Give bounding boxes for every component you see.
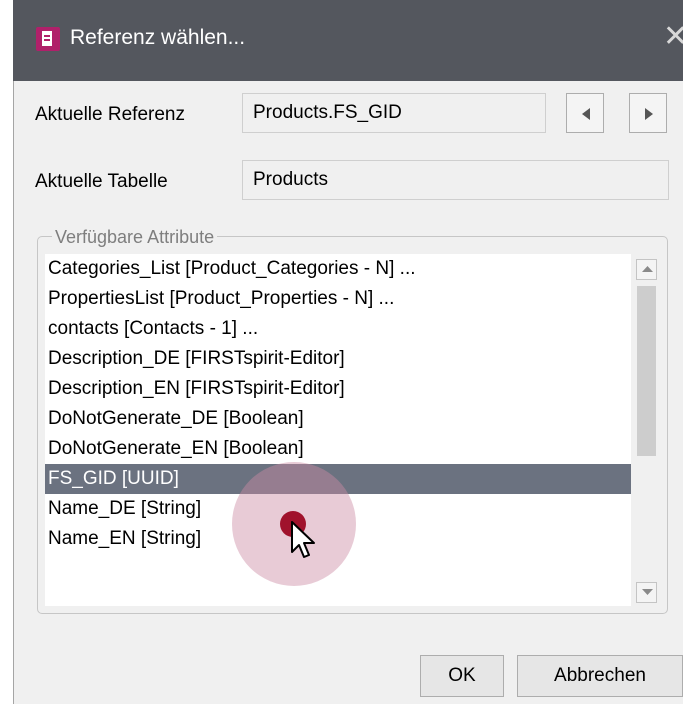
- scroll-down-icon: [642, 589, 653, 595]
- current-reference-field: Products.FS_GID: [242, 93, 546, 133]
- arrow-left-icon: [582, 108, 590, 120]
- list-item[interactable]: Description_EN [FIRSTspirit-Editor]: [45, 374, 631, 404]
- current-table-field: Products: [242, 160, 669, 200]
- current-table-label: Aktuelle Tabelle: [35, 171, 168, 192]
- attributes-legend: Verfügbare Attribute: [52, 227, 218, 248]
- window-title: Referenz wählen...: [70, 26, 246, 49]
- ok-button[interactable]: OK: [420, 655, 504, 697]
- list-scrollbar[interactable]: [633, 254, 662, 606]
- scrollbar-thumb[interactable]: [637, 286, 656, 456]
- scroll-up-icon: [642, 266, 653, 272]
- mouse-cursor-icon: [291, 521, 315, 558]
- list-item[interactable]: Categories_List [Product_Categories - N]…: [45, 254, 631, 284]
- document-icon: [36, 27, 60, 51]
- next-button[interactable]: [629, 93, 667, 133]
- title-bar: Referenz wählen... ✕: [13, 0, 683, 81]
- prev-button[interactable]: [566, 93, 604, 133]
- list-item[interactable]: PropertiesList [Product_Properties - N] …: [45, 284, 631, 314]
- list-item[interactable]: Description_DE [FIRSTspirit-Editor]: [45, 344, 631, 374]
- cancel-button[interactable]: Abbrechen: [517, 655, 683, 697]
- arrow-right-icon: [645, 108, 653, 120]
- list-item[interactable]: DoNotGenerate_DE [Boolean]: [45, 404, 631, 434]
- scroll-down-button[interactable]: [636, 582, 657, 603]
- list-item[interactable]: DoNotGenerate_EN [Boolean]: [45, 434, 631, 464]
- list-item[interactable]: contacts [Contacts - 1] ...: [45, 314, 631, 344]
- current-reference-label: Aktuelle Referenz: [35, 104, 185, 125]
- scroll-up-button[interactable]: [636, 259, 657, 280]
- close-icon[interactable]: ✕: [663, 20, 683, 54]
